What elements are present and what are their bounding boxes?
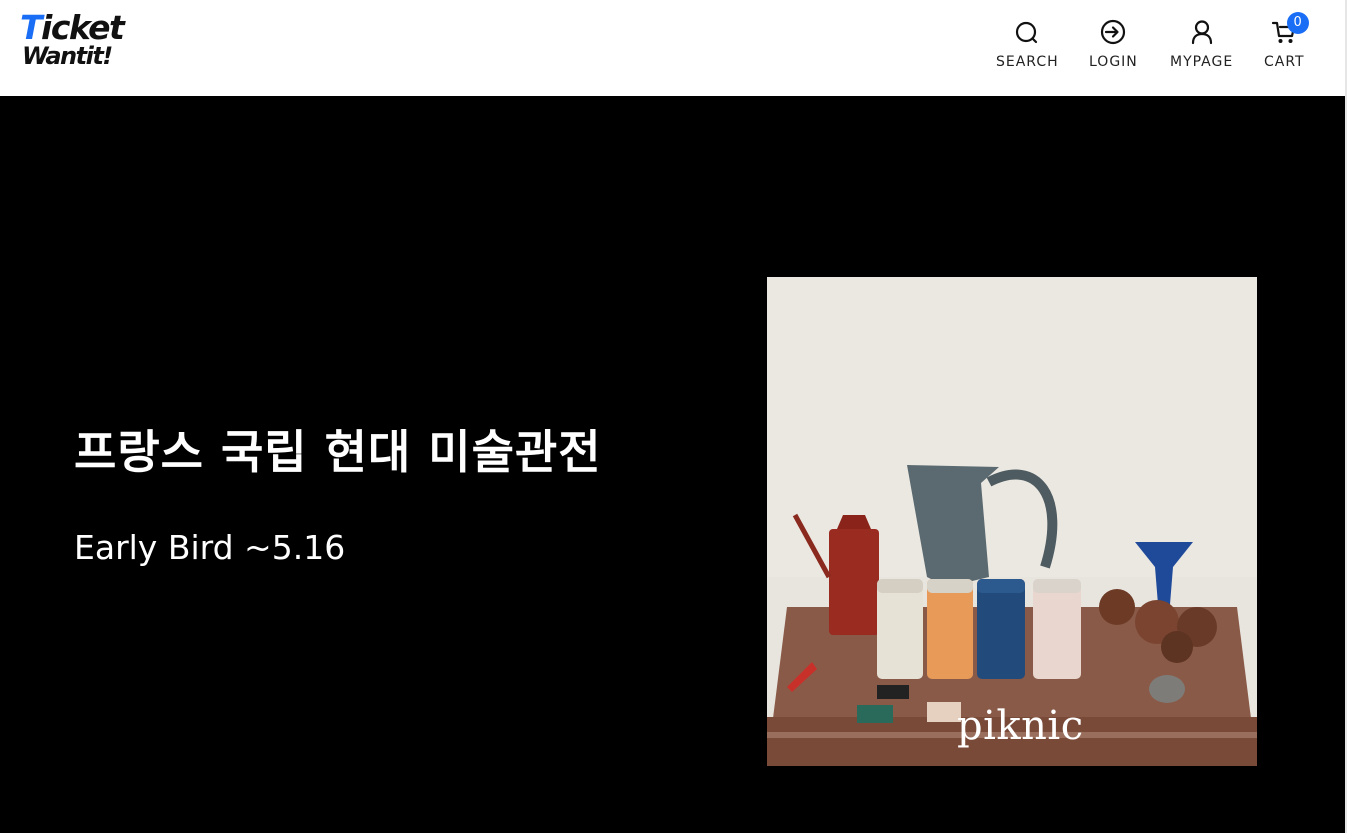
nav-search-label: SEARCH (996, 54, 1059, 70)
nav-mypage[interactable]: MYPAGE (1170, 18, 1233, 70)
nav-cart[interactable]: 0 CART (1264, 12, 1309, 70)
exhibition-poster-image[interactable]: piknic (767, 277, 1257, 766)
hero-banner[interactable]: 프랑스 국립 현대 미술관전 Early Bird ~5.16 piknic (0, 96, 1345, 833)
still-life-illustration (767, 277, 1257, 766)
nav-mypage-label: MYPAGE (1170, 54, 1234, 70)
nav-search[interactable]: SEARCH (996, 18, 1059, 70)
search-icon (1016, 21, 1038, 44)
poster-brand-text: piknic (957, 703, 1084, 749)
site-logo[interactable]: Ticket Wantit! (20, 8, 150, 78)
nav-login[interactable]: LOGIN (1089, 18, 1138, 70)
logo-line2: Wantit! (22, 42, 113, 70)
hero-subtitle: Early Bird ~5.16 (74, 528, 346, 567)
logo-line1: Ticket (20, 8, 125, 47)
site-header: Ticket Wantit! SEARCH LOGIN MYPAGE 0 CAR… (0, 0, 1345, 96)
nav-cart-label: CART (1264, 54, 1305, 70)
cart-count-badge: 0 (1286, 12, 1309, 34)
user-icon (1191, 20, 1212, 45)
hero-title: 프랑스 국립 현대 미술관전 (74, 425, 602, 479)
nav-login-label: LOGIN (1089, 54, 1138, 70)
login-icon (1101, 19, 1126, 45)
